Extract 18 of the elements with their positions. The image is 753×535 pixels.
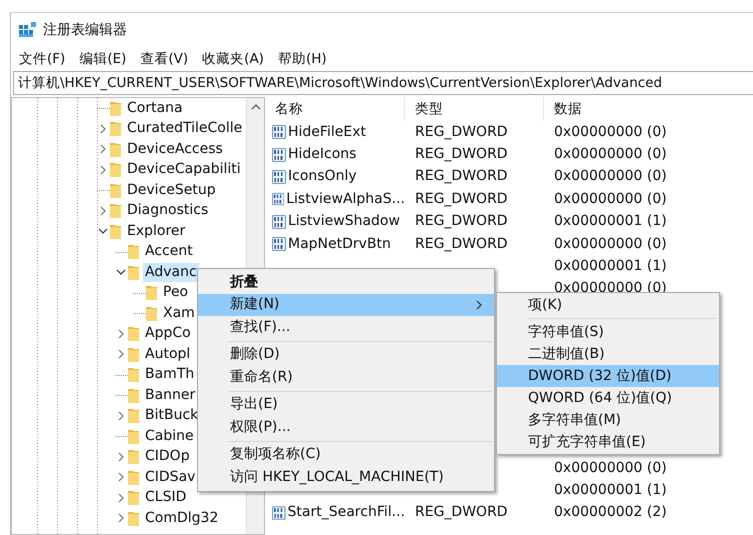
value-data: 0x00000001 (1) — [554, 257, 667, 276]
value-type: REG_DWORD — [415, 212, 508, 232]
value-data: 0x00000001 (1) — [554, 481, 667, 500]
value-data: 0x00000001 (1) — [554, 212, 667, 232]
value-data: 0x00000000 (0) — [554, 122, 667, 142]
value-type: REG_DWORD — [415, 503, 508, 522]
value-type: REG_DWORD — [415, 190, 508, 209]
value-type: REG_DWORD — [415, 145, 508, 164]
value-data: 0x00000000 (0) — [554, 234, 667, 254]
window-title: 注册表编辑器 — [43, 20, 127, 40]
value-data: 0x00000000 (0) — [554, 167, 667, 186]
value-type: REG_DWORD — [415, 122, 508, 142]
value-data: 0x00000000 (0) — [554, 145, 667, 164]
value-type: REG_DWORD — [415, 234, 508, 254]
value-data: 0x00000000 (0) — [554, 458, 667, 478]
value-data: 0x00000002 (2) — [554, 503, 667, 522]
value-data: 0x00000000 (0) — [554, 190, 667, 209]
value-type: REG_DWORD — [415, 167, 508, 186]
